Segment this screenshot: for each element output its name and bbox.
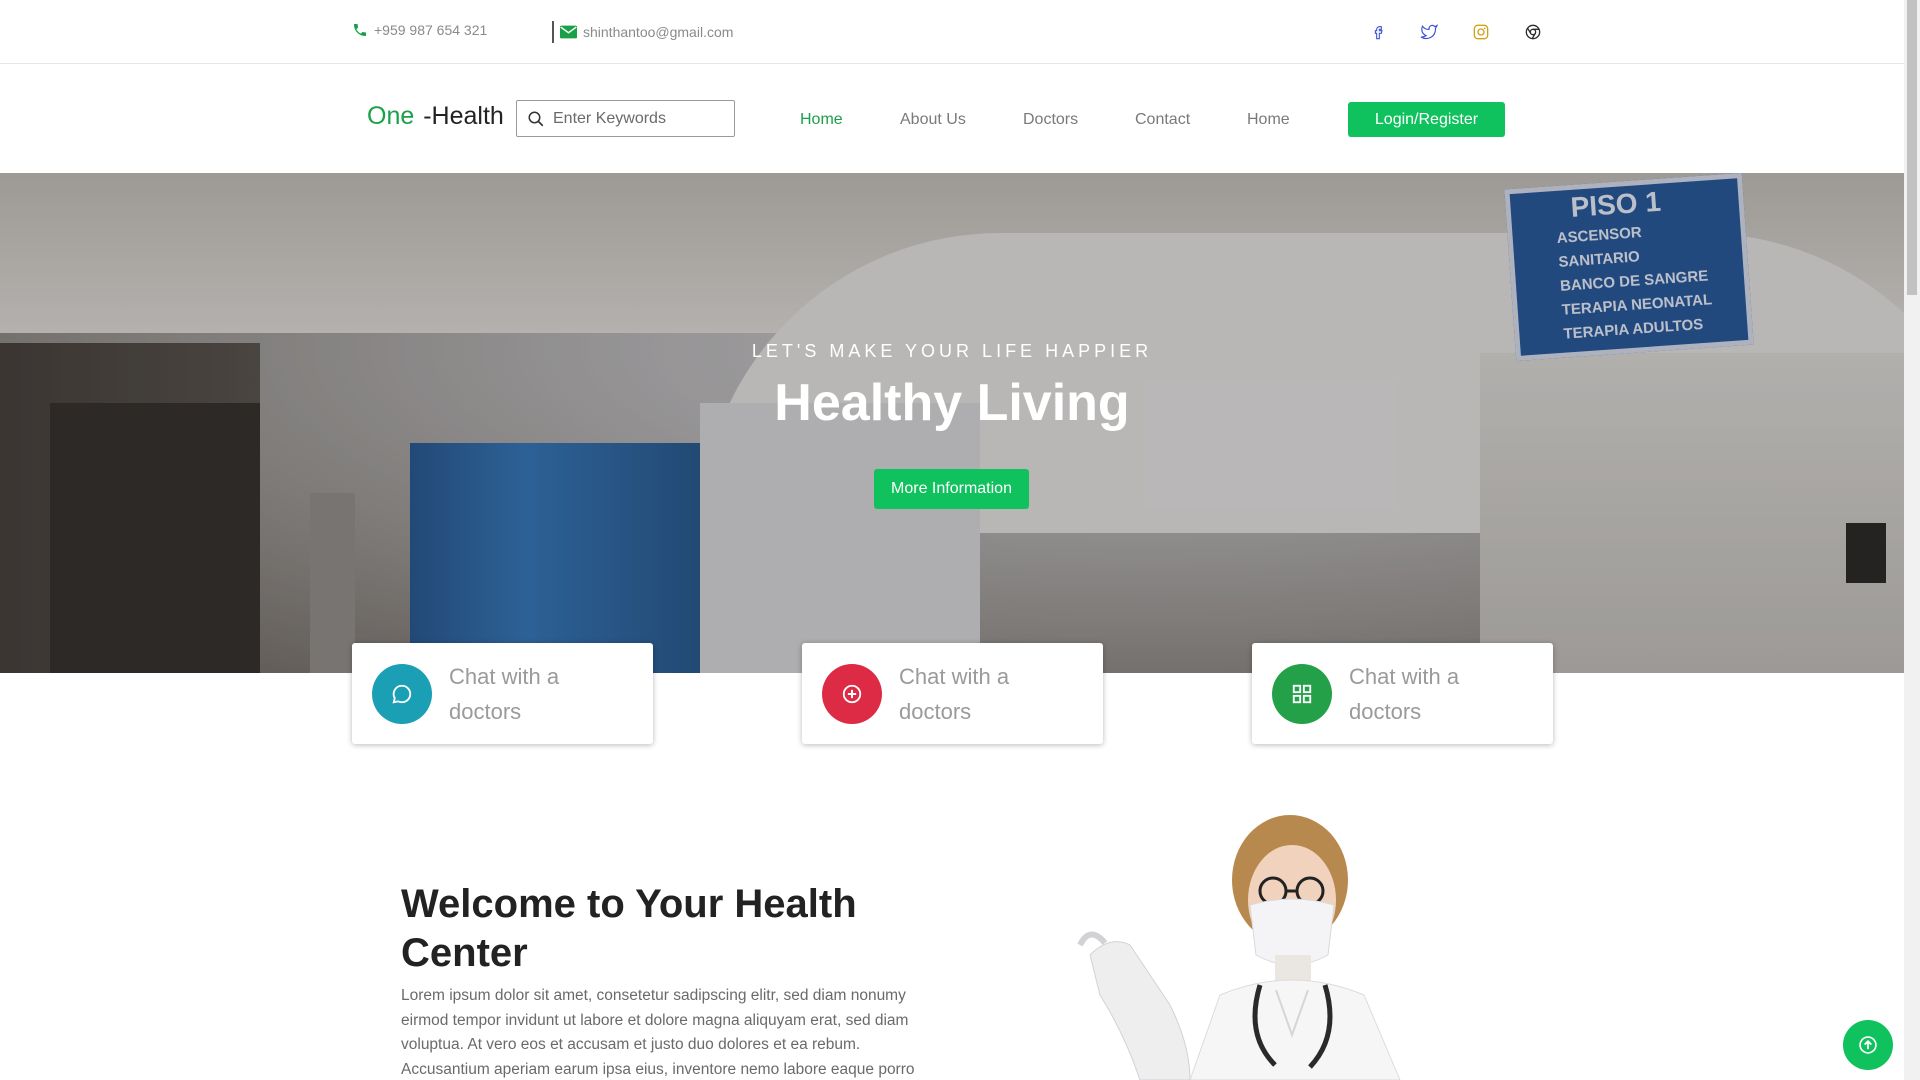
back-to-top-button[interactable] bbox=[1843, 1020, 1893, 1070]
envelope-icon bbox=[560, 25, 577, 39]
search-box bbox=[516, 100, 735, 137]
login-register-button[interactable]: Login/Register bbox=[1348, 102, 1505, 137]
phone-contact[interactable]: +959 987 654 321 bbox=[352, 22, 487, 38]
nav-link-home[interactable]: Home bbox=[800, 111, 843, 129]
grid-icon bbox=[1292, 684, 1312, 704]
nav-link-contact[interactable]: Contact bbox=[1135, 111, 1190, 129]
instagram-link[interactable] bbox=[1469, 20, 1493, 44]
logo-text: -Health bbox=[423, 102, 504, 130]
nav-link-home-2[interactable]: Home bbox=[1247, 111, 1290, 129]
feature-card-label: Chat with a doctors bbox=[1349, 664, 1460, 724]
feature-card-label: Chat with a doctors bbox=[899, 664, 1010, 724]
feature-card-grid[interactable]: Chat with a doctors bbox=[1252, 643, 1553, 744]
nav-link-about-us[interactable]: About Us bbox=[900, 111, 966, 129]
search-icon[interactable] bbox=[527, 110, 545, 128]
plus-circle-icon bbox=[842, 684, 862, 704]
top-bar: +959 987 654 321 shinthantoo@gmail.com bbox=[0, 0, 1904, 64]
doctor-image bbox=[1070, 805, 1430, 1080]
chat-icon bbox=[392, 684, 412, 704]
phone-icon bbox=[354, 24, 366, 36]
welcome-title: Welcome to Your Health Center bbox=[401, 882, 857, 975]
chrome-icon bbox=[1525, 24, 1541, 40]
facebook-icon bbox=[1374, 26, 1383, 40]
scrollbar-thumb[interactable] bbox=[1907, 0, 1917, 295]
hero-banner: PISO 1 ASCENSOR SANITARIO BANCO DE SANGR… bbox=[0, 173, 1904, 673]
feature-card-label: Chat with a doctors bbox=[449, 664, 560, 724]
twitter-icon bbox=[1420, 24, 1438, 40]
instagram-icon bbox=[1473, 24, 1489, 40]
feature-icon-circle bbox=[822, 664, 882, 724]
email-address: shinthantoo@gmail.com bbox=[583, 24, 734, 40]
search-input[interactable] bbox=[553, 109, 723, 128]
site-logo[interactable]: One -Health bbox=[367, 102, 504, 131]
main-navbar: One -Health Home About Us Doctors Contac… bbox=[0, 64, 1904, 173]
facebook-link[interactable] bbox=[1366, 20, 1390, 44]
email-contact[interactable]: shinthantoo@gmail.com bbox=[552, 21, 733, 43]
chrome-link[interactable] bbox=[1521, 20, 1545, 44]
page-scrollbar[interactable] bbox=[1904, 0, 1920, 1080]
feature-card-chat[interactable]: Chat with a doctors bbox=[352, 643, 653, 744]
phone-number: +959 987 654 321 bbox=[374, 22, 488, 38]
hero-subtitle: LET'S MAKE YOUR LIFE HAPPIER bbox=[751, 341, 1153, 361]
welcome-text: Lorem ipsum dolor sit amet, consetetur s… bbox=[401, 987, 915, 1078]
twitter-link[interactable] bbox=[1417, 20, 1441, 44]
nav-link-doctors[interactable]: Doctors bbox=[1023, 111, 1078, 129]
feature-icon-circle bbox=[372, 664, 432, 724]
logo-accent: One bbox=[367, 102, 415, 130]
more-information-button[interactable]: More Information bbox=[874, 469, 1029, 509]
arrow-up-circle-icon bbox=[1859, 1036, 1877, 1054]
feature-icon-circle bbox=[1272, 664, 1332, 724]
feature-card-plus[interactable]: Chat with a doctors bbox=[802, 643, 1103, 744]
hero-title: Healthy Living bbox=[774, 374, 1130, 432]
